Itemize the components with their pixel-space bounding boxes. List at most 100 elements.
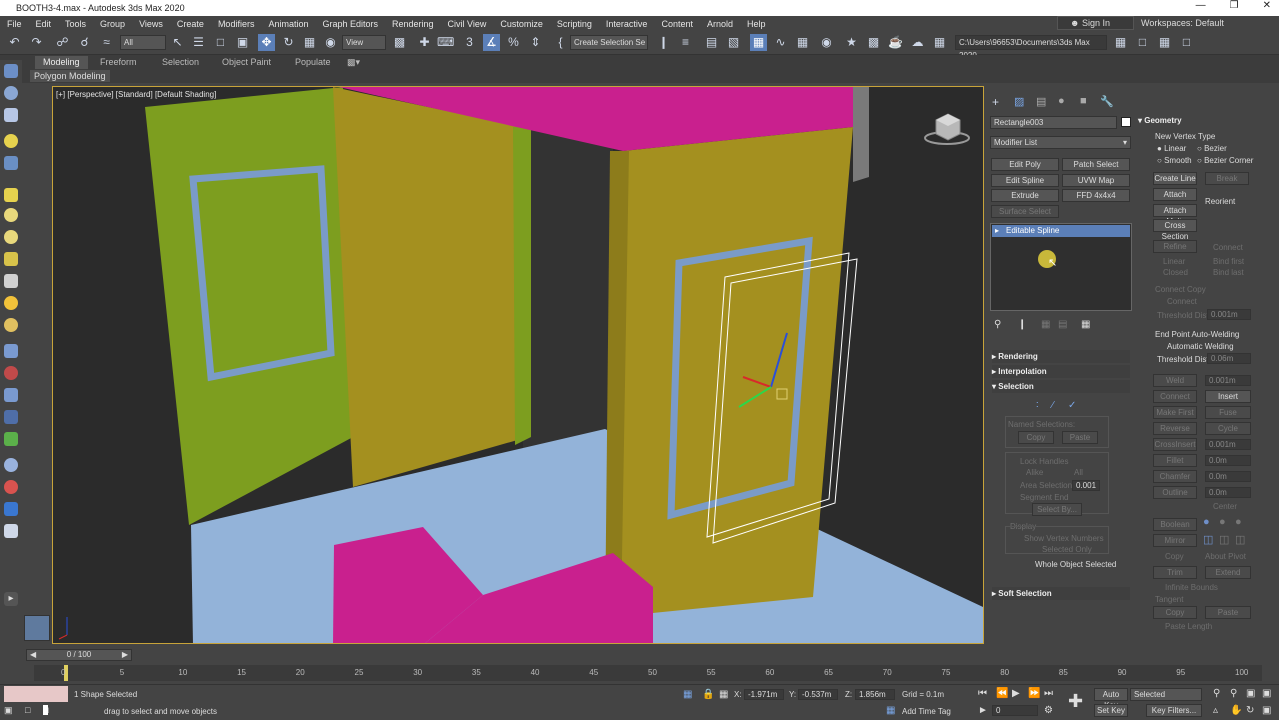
create-geosphere-icon[interactable]: [4, 230, 18, 244]
menu-civil-view[interactable]: Civil View: [441, 19, 494, 29]
make-unique-icon[interactable]: ▦: [1041, 319, 1050, 330]
maxscript-icon[interactable]: ▣: [4, 705, 13, 715]
make-first-button[interactable]: Make First: [1153, 406, 1197, 419]
tab-populate[interactable]: Populate: [295, 56, 331, 69]
mirror-horizontal-icon[interactable]: ◫: [1203, 533, 1213, 546]
attach-mult-button[interactable]: Attach Mult.: [1153, 204, 1197, 226]
fillet-field[interactable]: 0.0m: [1205, 455, 1251, 466]
key-mode-icon[interactable]: ►: [978, 705, 988, 716]
time-tag-icon[interactable]: ▦: [886, 705, 895, 716]
weld-field[interactable]: 0.001m: [1205, 375, 1251, 386]
expand-strip-icon[interactable]: ▸: [4, 592, 18, 606]
modify-tab-icon[interactable]: ▨: [1014, 95, 1024, 108]
next-frame-icon[interactable]: ▶: [122, 650, 128, 660]
center-checkbox[interactable]: Center: [1213, 502, 1237, 511]
paste-length-checkbox[interactable]: Paste Length: [1165, 622, 1212, 631]
auto-key-button[interactable]: Auto Key: [1094, 688, 1128, 710]
soft-selection-rollout[interactable]: ▸ Soft Selection: [992, 587, 1130, 600]
patch-select-button[interactable]: Patch Select: [1062, 158, 1130, 171]
mirror-icon[interactable]: ❙: [655, 34, 672, 51]
ribbon-options-icon[interactable]: ▩▾: [347, 56, 360, 69]
create-pyramid-icon[interactable]: [4, 388, 18, 402]
toggle-layer-explorer-icon[interactable]: ▧: [725, 34, 742, 51]
create-torus-icon[interactable]: [4, 318, 18, 332]
create-window-icon[interactable]: [4, 524, 18, 538]
rotate-icon[interactable]: ↻: [280, 34, 297, 51]
create-line-button[interactable]: Create Line: [1153, 172, 1197, 185]
paste-selection-button[interactable]: Paste: [1062, 431, 1098, 444]
window-icon[interactable]: □: [25, 705, 30, 715]
menu-group[interactable]: Group: [93, 19, 132, 29]
play-icon[interactable]: ▶: [1012, 688, 1020, 699]
pan-icon[interactable]: ✋: [1230, 705, 1242, 716]
infinite-bounds-checkbox[interactable]: Infinite Bounds: [1165, 583, 1218, 592]
ffd-4x4x4-button[interactable]: FFD 4x4x4: [1062, 189, 1130, 202]
project-folder-icon[interactable]: ▦: [1112, 34, 1129, 51]
copy-selection-button[interactable]: Copy: [1018, 431, 1054, 444]
pin-stack-icon[interactable]: ⚲: [994, 319, 1001, 330]
named-selection-set-dropdown[interactable]: Create Selection Se: [570, 35, 648, 50]
edit-named-selection-icon[interactable]: {: [552, 34, 569, 51]
open-a360-gallery-icon[interactable]: ▦: [931, 34, 948, 51]
create-helper-icon[interactable]: [4, 344, 18, 358]
tangent-copy-button[interactable]: Copy: [1153, 606, 1197, 619]
closed-checkbox[interactable]: Closed: [1163, 268, 1188, 277]
viewport-layout-button[interactable]: [24, 615, 50, 641]
menu-animation[interactable]: Animation: [261, 19, 315, 29]
key-filters-button[interactable]: Key Filters...: [1146, 704, 1202, 717]
extend-button[interactable]: Extend: [1205, 566, 1251, 579]
threshold-dist-2-field[interactable]: 0.06m: [1207, 353, 1251, 364]
expand-arrow-icon[interactable]: ▸: [995, 225, 999, 237]
create-teapot-primitive-icon[interactable]: [4, 458, 18, 472]
menu-file[interactable]: File: [0, 19, 29, 29]
create-sphere-icon[interactable]: [4, 208, 18, 222]
uvw-map-button[interactable]: UVW Map: [1062, 174, 1130, 187]
create-camera-icon[interactable]: [4, 156, 18, 170]
rendering-rollout[interactable]: ▸ Rendering: [992, 350, 1130, 363]
modifier-list-dropdown[interactable]: Modifier List ▾: [990, 136, 1131, 149]
connect-copy-checkbox[interactable]: Connect: [1167, 297, 1197, 306]
menu-views[interactable]: Views: [132, 19, 170, 29]
linear-checkbox[interactable]: Linear: [1163, 257, 1185, 266]
edit-poly-button[interactable]: Edit Poly: [991, 158, 1059, 171]
viewcube[interactable]: [922, 108, 972, 148]
crossinsert-button[interactable]: CrossInsert: [1153, 438, 1197, 451]
display-tab-icon[interactable]: ■: [1080, 95, 1087, 107]
viewport-label[interactable]: [+] [Perspective] [Standard] [Default Sh…: [56, 90, 216, 99]
render-in-cloud-icon[interactable]: ☁: [909, 34, 926, 51]
edit-spline-button[interactable]: Edit Spline: [991, 174, 1059, 187]
attach-button[interactable]: Attach: [1153, 188, 1197, 201]
select-manipulate-icon[interactable]: ✚: [416, 34, 433, 51]
material-editor-icon[interactable]: ◉: [818, 34, 835, 51]
selection-rollout[interactable]: ▾ Selection: [992, 380, 1130, 393]
align-icon[interactable]: ≡: [677, 34, 694, 51]
previous-frame-icon[interactable]: ◀: [30, 650, 36, 660]
orbit-icon[interactable]: ↻: [1246, 705, 1254, 716]
render-setup-icon[interactable]: ★: [843, 34, 860, 51]
reference-coordinate-dropdown[interactable]: View: [342, 35, 386, 50]
reorient-checkbox[interactable]: Reorient: [1205, 197, 1235, 206]
outline-field[interactable]: 0.0m: [1205, 487, 1251, 498]
smooth-radio[interactable]: ○ Smooth: [1157, 156, 1192, 165]
key-set-dropdown[interactable]: Selected: [1130, 688, 1202, 701]
menu-tools[interactable]: Tools: [58, 19, 93, 29]
create-box-icon[interactable]: [4, 108, 18, 122]
set-key-button[interactable]: Set Key: [1094, 704, 1128, 717]
alike-radio[interactable]: Alike: [1026, 468, 1043, 477]
menu-content[interactable]: Content: [654, 19, 700, 29]
color-dots-icon[interactable]: [4, 480, 18, 494]
tab-object-paint[interactable]: Object Paint: [222, 56, 271, 69]
mirror-both-icon[interactable]: ◫: [1235, 533, 1245, 546]
current-frame-field[interactable]: 0: [992, 705, 1038, 716]
add-time-tag[interactable]: Add Time Tag: [902, 707, 951, 716]
selected-only-checkbox[interactable]: Selected Only: [1042, 545, 1092, 554]
create-teapot-icon[interactable]: [4, 64, 18, 78]
all-radio[interactable]: All: [1074, 468, 1083, 477]
fuse-button[interactable]: Fuse: [1205, 406, 1251, 419]
show-vertex-numbers-checkbox[interactable]: Show Vertex Numbers: [1024, 534, 1104, 543]
select-object-icon[interactable]: ↖: [169, 34, 186, 51]
perspective-viewport[interactable]: [52, 86, 984, 644]
create-sun-icon[interactable]: [4, 296, 18, 310]
set-project-icon[interactable]: ▦: [1156, 34, 1173, 51]
object-name-field[interactable]: Rectangle003: [990, 116, 1117, 129]
